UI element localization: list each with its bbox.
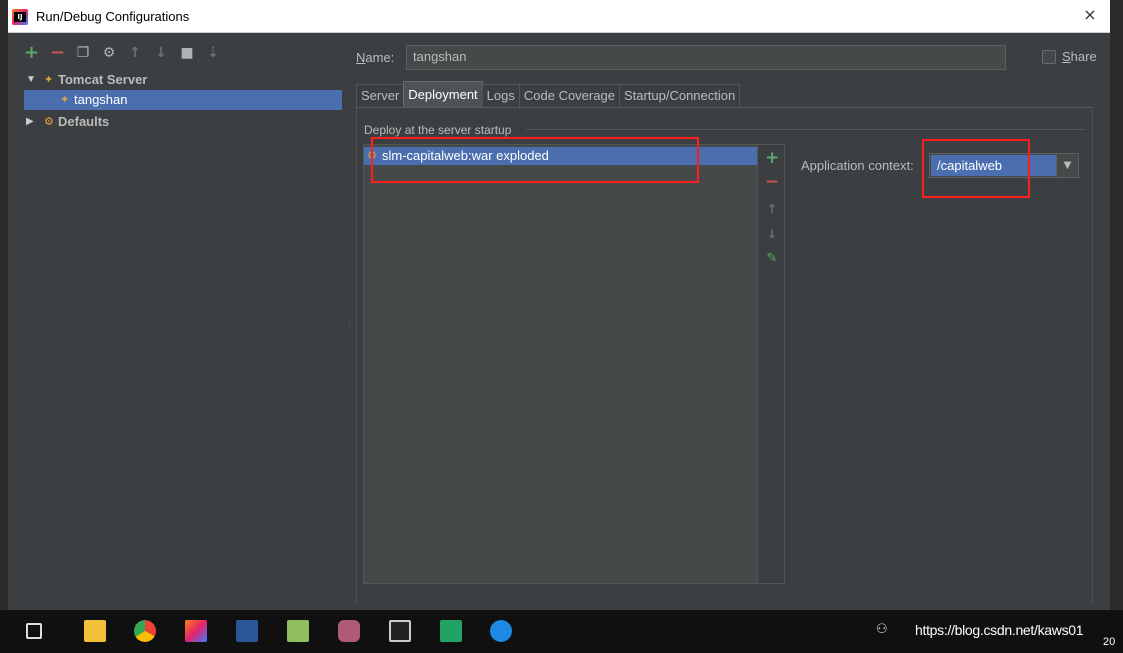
close-icon[interactable]: ×: [1080, 5, 1100, 24]
checkbox-icon[interactable]: [1042, 49, 1056, 64]
desktop-background-right: [1110, 0, 1123, 610]
tab-startup-connection[interactable]: Startup/Connection: [618, 84, 741, 108]
intellij-icon[interactable]: [185, 620, 207, 642]
add-config-icon[interactable]: +: [24, 44, 39, 62]
tree-item-label: tangshan: [74, 92, 128, 107]
terminal-icon[interactable]: [389, 620, 411, 642]
name-label: Name:: [356, 50, 395, 65]
tab-logs[interactable]: Logs: [481, 84, 520, 108]
word-icon[interactable]: [236, 620, 258, 642]
deploy-section-title: Deploy at the server startup: [364, 123, 512, 137]
remove-artifact-icon[interactable]: −: [765, 174, 779, 191]
file-explorer-icon[interactable]: [84, 620, 106, 642]
tree-item-tangshan[interactable]: ✦ tangshan: [24, 90, 342, 110]
chrome-icon[interactable]: [134, 620, 156, 642]
run-debug-dialog: + − ❐ ⚙ ↑ ↓ ■ ⇣ ▼ ✦ Tomcat Server ✦ tang…: [8, 33, 1110, 610]
edit-artifact-icon[interactable]: ✎: [765, 252, 779, 266]
dialog-titlebar: Run/Debug Configurations ×: [8, 0, 1110, 33]
panel-splitter[interactable]: [345, 33, 348, 610]
desktop-background-left: [0, 0, 8, 610]
config-toolbar: + − ❐ ⚙ ↑ ↓ ■ ⇣: [24, 43, 220, 63]
name-input[interactable]: tangshan: [406, 45, 1006, 70]
annotation-box-context: [922, 139, 1030, 198]
tab-code-coverage[interactable]: Code Coverage: [518, 84, 620, 108]
wrench-icon: ⚙: [44, 116, 54, 128]
annotation-box-artifact: [371, 137, 699, 183]
intellij-app-icon: [12, 9, 28, 25]
tab-deployment[interactable]: Deployment: [403, 81, 483, 107]
watermark-suffix: 20: [1103, 636, 1116, 648]
collapse-arrow-icon[interactable]: ▶: [26, 112, 34, 132]
chevron-down-icon[interactable]: ▼: [1056, 154, 1078, 177]
remove-config-icon[interactable]: −: [50, 44, 65, 62]
tree-item-tomcat-server[interactable]: ▼ ✦ Tomcat Server: [24, 70, 342, 90]
dialog-title: Run/Debug Configurations: [36, 9, 190, 24]
move-up-icon[interactable]: ↑: [128, 46, 142, 60]
tree-item-label: Tomcat Server: [58, 72, 148, 87]
share-label: Share: [1062, 49, 1097, 64]
tomcat-icon: ✦: [44, 74, 54, 86]
config-tabs: Server Deployment Logs Code Coverage Sta…: [356, 81, 741, 108]
notepad-icon[interactable]: [287, 620, 309, 642]
section-divider: [526, 129, 1086, 130]
tab-server[interactable]: Server: [356, 84, 405, 108]
move-down-icon[interactable]: ↓: [154, 46, 168, 60]
watermark-url: https://blog.csdn.net/kaws01: [915, 622, 1084, 638]
task-view-icon[interactable]: [26, 623, 42, 639]
folder-icon[interactable]: ■: [180, 46, 194, 60]
config-tree: ▼ ✦ Tomcat Server ✦ tangshan ▶ ⚙ Default…: [24, 70, 342, 606]
tomcat-icon: ✦: [60, 94, 70, 106]
splitter-grip-icon[interactable]: ⋮: [345, 323, 354, 333]
tree-item-label: Defaults: [58, 114, 110, 129]
deploy-list-toolbar: + − ↑ ↓ ✎: [758, 144, 785, 584]
add-artifact-icon[interactable]: +: [765, 150, 779, 167]
sort-icon[interactable]: ⇣: [206, 46, 220, 60]
copy-config-icon[interactable]: ❐: [76, 46, 90, 60]
excel-icon[interactable]: [440, 620, 462, 642]
person-icon[interactable]: ⚇: [876, 621, 888, 637]
app-bird-icon[interactable]: [490, 620, 512, 642]
move-down-icon[interactable]: ↓: [765, 227, 779, 241]
deploy-artifact-list[interactable]: ⚙ slm-capitalweb:war exploded: [363, 144, 758, 584]
share-checkbox[interactable]: Share: [1042, 49, 1097, 64]
edit-defaults-icon[interactable]: ⚙: [102, 46, 116, 60]
expand-arrow-icon[interactable]: ▼: [26, 70, 36, 90]
database-icon[interactable]: [338, 620, 360, 642]
application-context-label: Application context:: [801, 158, 914, 173]
move-up-icon[interactable]: ↑: [765, 202, 779, 216]
tree-item-defaults[interactable]: ▶ ⚙ Defaults: [24, 112, 342, 132]
